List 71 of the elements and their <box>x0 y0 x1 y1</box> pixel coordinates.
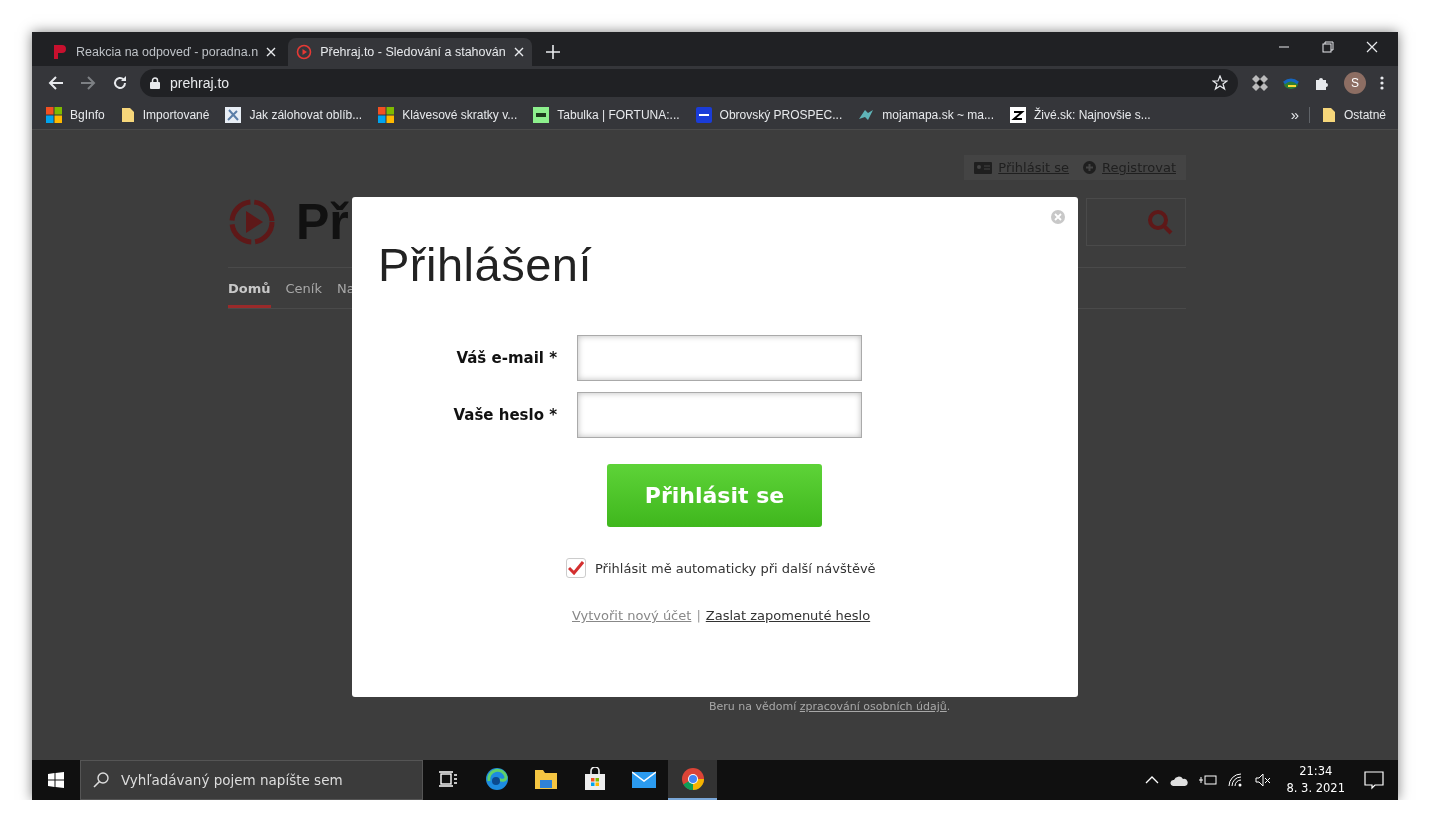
folder-icon <box>1321 106 1336 123</box>
edge-browser-icon[interactable] <box>484 767 509 791</box>
reload-icon[interactable] <box>112 75 128 91</box>
link[interactable]: zpracování osobních údajů <box>799 700 947 713</box>
chevron-up-icon[interactable] <box>1145 776 1160 784</box>
windows-logo-icon <box>46 106 62 123</box>
nav-tab[interactable]: Ceník <box>285 268 322 308</box>
bookmark[interactable]: BgInfo <box>46 106 105 123</box>
bookmark[interactable]: Živé.sk: Najnovšie s... <box>1010 106 1151 123</box>
separator-text: | <box>696 608 701 623</box>
more-bookmarks-button[interactable]: » <box>1290 106 1299 123</box>
consent-text: Beru na vědomí zpracování osobních údajů. <box>709 700 951 713</box>
field-label: Váš e-mail * <box>455 349 557 367</box>
field-label: Vaše heslo * <box>452 406 557 424</box>
bookmark[interactable]: Tabulka | FORTUNA:... <box>533 106 680 123</box>
folder-icon[interactable] <box>533 768 558 790</box>
search-field[interactable] <box>1086 198 1186 246</box>
task-view-icon[interactable] <box>438 771 457 787</box>
play-circle-icon <box>296 44 313 60</box>
folder-icon <box>120 106 135 123</box>
bookmark[interactable]: Ostatné <box>1321 106 1386 123</box>
bookmark[interactable]: Obrovský PROSPEC... <box>695 106 843 123</box>
close-icon[interactable] <box>513 47 524 57</box>
address-bar[interactable]: prehraj.to <box>140 69 1238 97</box>
diamond-extension-icon[interactable] <box>1252 75 1268 91</box>
link[interactable]: Zaslat zapomenuté heslo <box>705 608 871 623</box>
p-logo-icon <box>52 44 68 60</box>
search-field[interactable]: Vyhľadávaný pojem napíšte sem <box>80 760 423 800</box>
cloud-icon[interactable] <box>1170 774 1189 786</box>
plus-circle-icon <box>1083 161 1097 174</box>
shopping-bag-icon[interactable] <box>583 767 606 791</box>
profile-avatar[interactable]: S <box>1344 72 1366 94</box>
search-icon <box>93 772 109 788</box>
dialog-title: Přihlášení <box>378 237 593 293</box>
bookmark[interactable]: mojamapa.sk ~ ma... <box>858 106 994 123</box>
nav-tab[interactable]: Domů <box>228 268 271 308</box>
menu-icon[interactable] <box>1380 75 1384 91</box>
browser-tab[interactable]: Reakcia na odpoveď - poradna.n <box>44 38 285 66</box>
taskbar-clock[interactable]: 21:34 8. 3. 2021 <box>1286 763 1345 797</box>
input-field[interactable] <box>577 335 862 381</box>
close-icon[interactable] <box>266 47 277 57</box>
bookmark[interactable]: Jak zálohovat oblíb... <box>225 106 363 123</box>
fortuna-logo-icon <box>533 106 550 123</box>
bookmark[interactable]: Klávesové skratky v... <box>378 106 518 123</box>
checkmark-icon <box>568 561 584 575</box>
star-icon[interactable] <box>1212 75 1228 91</box>
link[interactable]: Vytvořit nový účet <box>572 608 692 623</box>
windows-start-icon[interactable] <box>48 772 64 788</box>
notification-icon[interactable] <box>1364 770 1384 790</box>
checkbox-label: Přihlásit mě automaticky při další návštěvě <box>595 560 876 576</box>
checkbox[interactable] <box>566 558 586 578</box>
battery-plug-icon[interactable] <box>1199 774 1218 786</box>
envelope-icon[interactable] <box>631 769 656 789</box>
windows-logo-icon <box>378 106 395 123</box>
bookmark[interactable]: Importované <box>120 106 210 123</box>
browser-tab[interactable]: Přehraj.to - Sledování a stahován <box>288 38 532 66</box>
square-logo-icon <box>695 106 712 123</box>
lock-icon <box>150 77 160 89</box>
forward-arrow-icon[interactable] <box>80 75 96 91</box>
new-tab-icon[interactable] <box>545 45 560 59</box>
back-arrow-icon[interactable] <box>48 75 64 91</box>
speaker-muted-icon[interactable] <box>1255 773 1272 787</box>
tools-icon <box>225 106 242 123</box>
restore-icon[interactable] <box>1322 41 1334 53</box>
id-card-icon <box>974 161 993 174</box>
play-logo-icon <box>228 198 276 246</box>
close-icon[interactable] <box>1366 41 1378 53</box>
input-field[interactable] <box>577 392 862 438</box>
puzzle-icon[interactable] <box>1314 75 1330 91</box>
z-logo-icon <box>1010 106 1026 123</box>
chrome-browser-icon[interactable] <box>680 767 705 791</box>
